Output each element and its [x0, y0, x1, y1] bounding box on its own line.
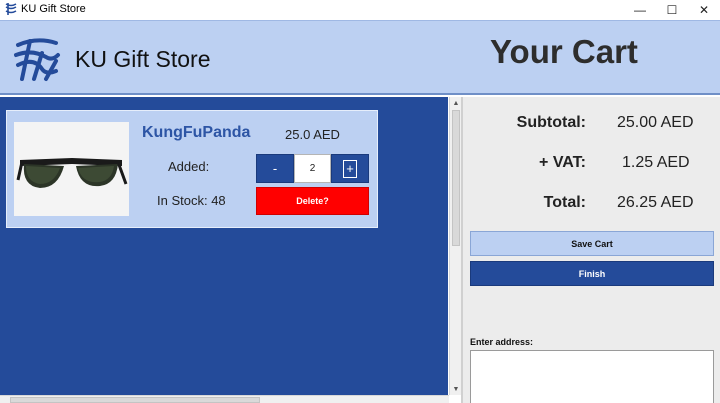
window-title: KU Gift Store: [21, 3, 86, 15]
product-name: KungFuPanda: [142, 124, 251, 141]
added-label: Added:: [168, 159, 210, 174]
cart-item-card: KungFuPanda 25.0 AED Added: - 2 + In Sto…: [6, 110, 378, 228]
store-name: KU Gift Store: [75, 46, 211, 72]
increase-quantity-button[interactable]: +: [331, 154, 369, 183]
product-image: [14, 122, 129, 216]
total-value: 26.25 AED: [617, 194, 694, 211]
store-logo-icon: [14, 38, 60, 81]
maximize-button[interactable]: ☐: [654, 0, 690, 20]
address-label: Enter address:: [470, 337, 534, 347]
delete-item-button[interactable]: Delete?: [256, 187, 369, 215]
hscrollbar-thumb[interactable]: [10, 397, 260, 403]
horizontal-scrollbar[interactable]: [0, 395, 449, 403]
app-logo-icon: [5, 3, 17, 15]
save-cart-button[interactable]: Save Cart: [470, 231, 714, 256]
decrease-quantity-button[interactable]: -: [256, 154, 294, 183]
total-label: Total:: [543, 194, 586, 211]
quantity-field[interactable]: 2: [294, 154, 331, 183]
vat-value: 1.25 AED: [622, 154, 690, 171]
vertical-scrollbar[interactable]: ▲ ▼: [449, 97, 461, 395]
stock-label: In Stock: 48: [157, 193, 226, 208]
increase-quantity-label: +: [343, 159, 357, 178]
subtotal-label: Subtotal:: [516, 114, 586, 131]
minimize-button[interactable]: —: [622, 0, 658, 20]
store-header: KU Gift Store Your Cart: [0, 20, 720, 95]
address-input[interactable]: [470, 350, 714, 403]
vat-label: + VAT:: [539, 154, 586, 171]
product-price: 25.0 AED: [285, 127, 340, 142]
close-button[interactable]: ✕: [686, 0, 720, 20]
finish-button[interactable]: Finish: [470, 261, 714, 286]
subtotal-value: 25.00 AED: [617, 114, 694, 131]
page-title: Your Cart: [490, 33, 638, 70]
scrollbar-thumb[interactable]: [452, 110, 460, 246]
window-title-bar: KU Gift Store — ☐ ✕: [0, 0, 720, 20]
